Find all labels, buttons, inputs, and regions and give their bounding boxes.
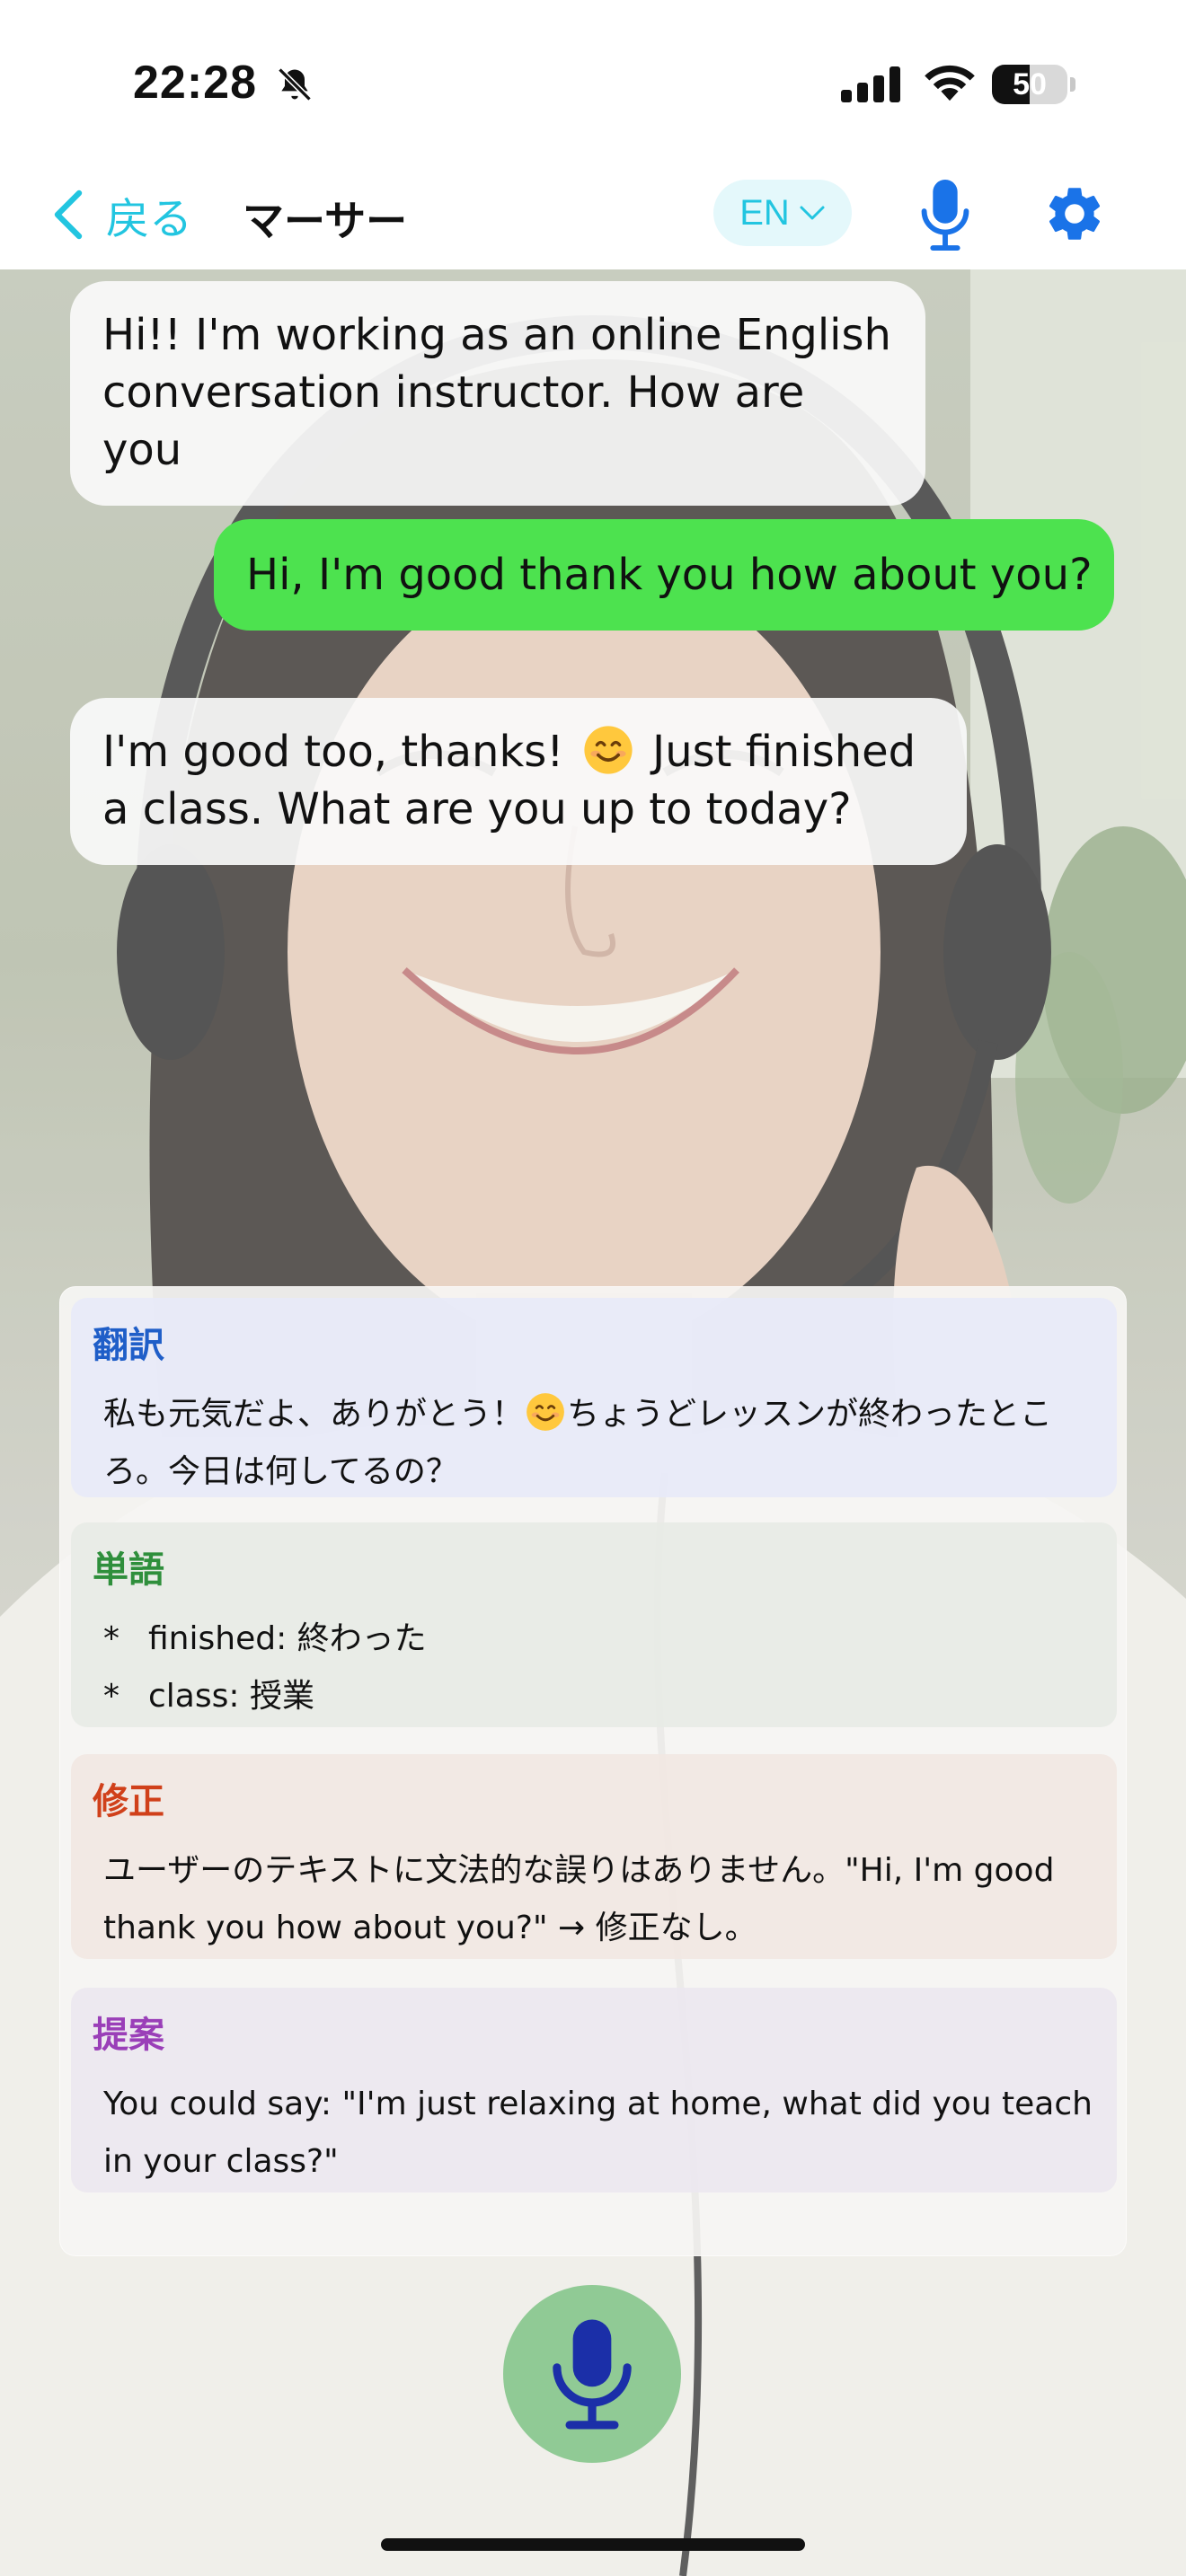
bell-slash-icon	[278, 67, 312, 101]
battery-tip	[1070, 77, 1075, 92]
status-time: 22:28	[133, 57, 257, 109]
battery-percentage: 50	[1013, 66, 1047, 101]
message-text: Hi!! I'm working as an online English co…	[102, 310, 891, 475]
translation-section: 翻訳 私も元気だよ、ありがとう！ ちょうどレッスンが終わったところ。今日は何して…	[71, 1298, 1117, 1497]
battery-indicator: 50	[992, 65, 1067, 104]
gear-icon[interactable]	[1042, 181, 1107, 246]
correction-section: 修正 ユーザーのテキストに文法的な誤りはありません。"Hi, I'm good …	[71, 1754, 1117, 1959]
page-title: マーサー	[243, 197, 408, 245]
chevron-left-icon	[54, 190, 83, 240]
translation-text-start: 私も元気だよ、ありがとう！	[103, 1396, 525, 1433]
language-label: EN	[739, 192, 790, 233]
back-button[interactable]: 戻る	[50, 181, 192, 248]
suggestion-section: 提案 You could say: "I'm just relaxing at …	[71, 1988, 1117, 2192]
translation-text: 私も元気だよ、ありがとう！ ちょうどレッスンが終わったところ。今日は何してるの？	[93, 1386, 1095, 1501]
chevron-down-icon	[800, 206, 825, 220]
vocabulary-item: * class: 授業	[103, 1668, 1095, 1725]
vocabulary-title: 単語	[93, 1549, 164, 1591]
assistant-message-bubble: I'm good too, thanks! Just finished a cl…	[70, 698, 967, 865]
microphone-icon[interactable]	[918, 178, 972, 251]
back-label: 戻る	[106, 194, 193, 244]
navigation-bar: 戻る マーサー EN	[0, 162, 1186, 269]
microphone-icon	[553, 2319, 632, 2430]
smiling-face-icon	[584, 726, 633, 774]
translation-title: 翻訳	[93, 1325, 164, 1366]
record-button[interactable]	[503, 2285, 681, 2463]
vocabulary-section: 単語 * finished: 終わった * class: 授業	[71, 1522, 1117, 1727]
vocabulary-list: * finished: 終わった * class: 授業	[93, 1610, 1095, 1725]
message-text-start: I'm good too, thanks!	[102, 727, 564, 777]
cellular-signal-icon	[841, 66, 900, 102]
vocabulary-entry: finished: 終わった	[148, 1620, 427, 1657]
suggestion-text: You could say: "I'm just relaxing at hom…	[103, 2086, 1093, 2180]
status-bar: 22:28 50	[0, 0, 1186, 162]
smiling-face-icon	[527, 1393, 564, 1431]
list-bullet: *	[103, 1678, 119, 1715]
list-bullet: *	[103, 1620, 119, 1657]
correction-title: 修正	[93, 1781, 164, 1822]
suggestion-title: 提案	[93, 2015, 164, 2056]
correction-text: ユーザーのテキストに文法的な誤りはありません。"Hi, I'm good tha…	[103, 1852, 1055, 1946]
wifi-icon	[925, 65, 975, 101]
vocabulary-item: * finished: 終わった	[103, 1610, 1095, 1668]
message-text: Hi, I'm good thank you how about you?	[246, 550, 1093, 600]
user-message-bubble: Hi, I'm good thank you how about you?	[214, 519, 1114, 631]
vocabulary-entry: class: 授業	[148, 1678, 314, 1715]
feedback-panel: 翻訳 私も元気だよ、ありがとう！ ちょうどレッスンが終わったところ。今日は何して…	[59, 1286, 1127, 2256]
home-indicator	[381, 2538, 805, 2551]
assistant-message-bubble: Hi!! I'm working as an online English co…	[70, 281, 925, 506]
language-selector[interactable]: EN	[713, 180, 852, 246]
